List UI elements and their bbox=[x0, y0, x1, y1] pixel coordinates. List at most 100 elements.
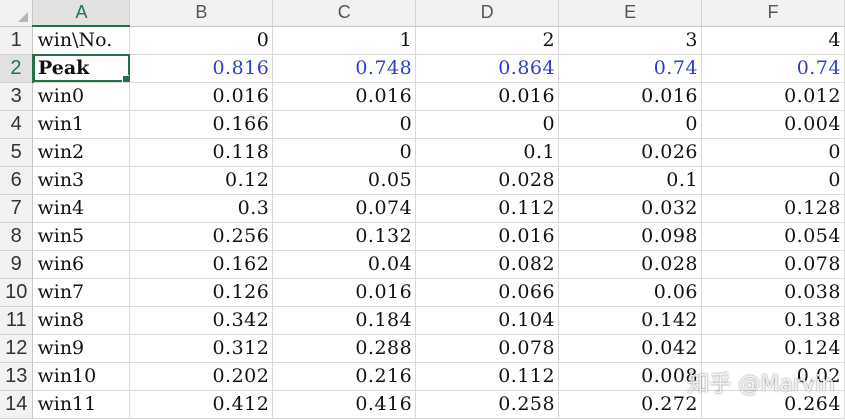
cell[interactable]: 0.104 bbox=[415, 306, 560, 335]
row-header[interactable]: 2 bbox=[0, 54, 34, 83]
cell[interactable]: 0.016 bbox=[558, 82, 703, 111]
cell[interactable]: 0 bbox=[272, 110, 417, 139]
row-header[interactable]: 3 bbox=[0, 82, 34, 111]
cell[interactable]: 0.74 bbox=[701, 54, 845, 83]
cell[interactable]: win1 bbox=[32, 110, 131, 139]
cell[interactable]: 0.126 bbox=[129, 278, 274, 307]
cell[interactable]: 1 bbox=[272, 26, 417, 55]
cell[interactable]: 0.118 bbox=[129, 138, 274, 167]
cell[interactable]: 0 bbox=[272, 138, 417, 167]
cell[interactable]: 0.184 bbox=[272, 306, 417, 335]
cell-a2-selected[interactable]: Peak bbox=[32, 54, 131, 83]
cell[interactable]: 0.012 bbox=[701, 82, 845, 111]
cell[interactable]: 3 bbox=[558, 26, 703, 55]
cell[interactable]: win9 bbox=[32, 334, 131, 363]
column-header-c[interactable]: C bbox=[272, 0, 417, 27]
cell[interactable]: 0.142 bbox=[558, 306, 703, 335]
cell[interactable]: 0 bbox=[558, 110, 703, 139]
row-header[interactable]: 8 bbox=[0, 222, 34, 251]
cell[interactable]: 0.272 bbox=[558, 390, 703, 419]
column-header-b[interactable]: B bbox=[129, 0, 274, 27]
row-header[interactable]: 13 bbox=[0, 362, 34, 391]
cell[interactable]: 0.05 bbox=[272, 166, 417, 195]
cell[interactable]: 0.1 bbox=[558, 166, 703, 195]
cell[interactable]: 0.288 bbox=[272, 334, 417, 363]
cell[interactable]: win7 bbox=[32, 278, 131, 307]
column-header-a[interactable]: A bbox=[32, 0, 131, 27]
cell[interactable]: 0.412 bbox=[129, 390, 274, 419]
cell[interactable]: win6 bbox=[32, 250, 131, 279]
cell[interactable]: 0 bbox=[701, 138, 845, 167]
cell[interactable]: 0.864 bbox=[415, 54, 560, 83]
cell[interactable]: 0 bbox=[415, 110, 560, 139]
row-header[interactable]: 11 bbox=[0, 306, 34, 335]
cell[interactable]: 0.016 bbox=[272, 82, 417, 111]
cell[interactable]: 0.004 bbox=[701, 110, 845, 139]
row-header[interactable]: 6 bbox=[0, 166, 34, 195]
cell[interactable]: 0.06 bbox=[558, 278, 703, 307]
cell[interactable]: win0 bbox=[32, 82, 131, 111]
cell[interactable]: 0.128 bbox=[701, 194, 845, 223]
cell[interactable]: 0.008 bbox=[558, 362, 703, 391]
cell[interactable]: 0.3 bbox=[129, 194, 274, 223]
row-header[interactable]: 4 bbox=[0, 110, 34, 139]
cell[interactable]: 0.138 bbox=[701, 306, 845, 335]
cell[interactable]: 0.312 bbox=[129, 334, 274, 363]
cell[interactable]: 0.162 bbox=[129, 250, 274, 279]
column-header-e[interactable]: E bbox=[558, 0, 703, 27]
cell[interactable]: 0.132 bbox=[272, 222, 417, 251]
cell[interactable]: 0.12 bbox=[129, 166, 274, 195]
cell[interactable]: win2 bbox=[32, 138, 131, 167]
column-header-f[interactable]: F bbox=[701, 0, 845, 27]
cell[interactable]: win\No. bbox=[32, 26, 131, 55]
cell[interactable]: 0.166 bbox=[129, 110, 274, 139]
cell[interactable]: win10 bbox=[32, 362, 131, 391]
cell[interactable]: 0.02 bbox=[701, 362, 845, 391]
cell[interactable]: 0.016 bbox=[415, 222, 560, 251]
cell[interactable]: 0.078 bbox=[415, 334, 560, 363]
cell[interactable]: 0.038 bbox=[701, 278, 845, 307]
row-header[interactable]: 12 bbox=[0, 334, 34, 363]
cell[interactable]: 0.026 bbox=[558, 138, 703, 167]
cell[interactable]: 0.082 bbox=[415, 250, 560, 279]
cell[interactable]: 0.016 bbox=[415, 82, 560, 111]
cell[interactable]: 0.748 bbox=[272, 54, 417, 83]
cell[interactable]: 0.066 bbox=[415, 278, 560, 307]
cell[interactable]: 0.04 bbox=[272, 250, 417, 279]
row-header[interactable]: 9 bbox=[0, 250, 34, 279]
cell[interactable]: 0.112 bbox=[415, 362, 560, 391]
cell[interactable]: 0.054 bbox=[701, 222, 845, 251]
cell[interactable]: win3 bbox=[32, 166, 131, 195]
cell[interactable]: win11 bbox=[32, 390, 131, 419]
cell[interactable]: win4 bbox=[32, 194, 131, 223]
row-header[interactable]: 7 bbox=[0, 194, 34, 223]
cell[interactable]: 0.028 bbox=[558, 250, 703, 279]
select-all-corner[interactable] bbox=[0, 0, 34, 27]
fill-handle[interactable] bbox=[122, 74, 129, 81]
cell[interactable]: 0.098 bbox=[558, 222, 703, 251]
cell[interactable]: win5 bbox=[32, 222, 131, 251]
row-header[interactable]: 1 bbox=[0, 26, 34, 55]
cell[interactable]: 0.016 bbox=[272, 278, 417, 307]
row-header[interactable]: 10 bbox=[0, 278, 34, 307]
row-header[interactable]: 5 bbox=[0, 138, 34, 167]
row-header[interactable]: 14 bbox=[0, 390, 34, 419]
cell[interactable]: 0.202 bbox=[129, 362, 274, 391]
cell[interactable]: 0.028 bbox=[415, 166, 560, 195]
cell[interactable]: 0 bbox=[129, 26, 274, 55]
cell[interactable]: 0.078 bbox=[701, 250, 845, 279]
cell[interactable]: 0.074 bbox=[272, 194, 417, 223]
cell[interactable]: 0.216 bbox=[272, 362, 417, 391]
cell[interactable]: 0.042 bbox=[558, 334, 703, 363]
cell[interactable]: 0 bbox=[701, 166, 845, 195]
cell[interactable]: 0.264 bbox=[701, 390, 845, 419]
column-header-d[interactable]: D bbox=[415, 0, 560, 27]
cell[interactable]: win8 bbox=[32, 306, 131, 335]
cell[interactable]: 0.342 bbox=[129, 306, 274, 335]
cell[interactable]: 0.016 bbox=[129, 82, 274, 111]
cell[interactable]: 2 bbox=[415, 26, 560, 55]
cell[interactable]: 0.032 bbox=[558, 194, 703, 223]
cell[interactable]: 4 bbox=[701, 26, 845, 55]
cell[interactable]: 0.816 bbox=[129, 54, 274, 83]
cell[interactable]: 0.124 bbox=[701, 334, 845, 363]
